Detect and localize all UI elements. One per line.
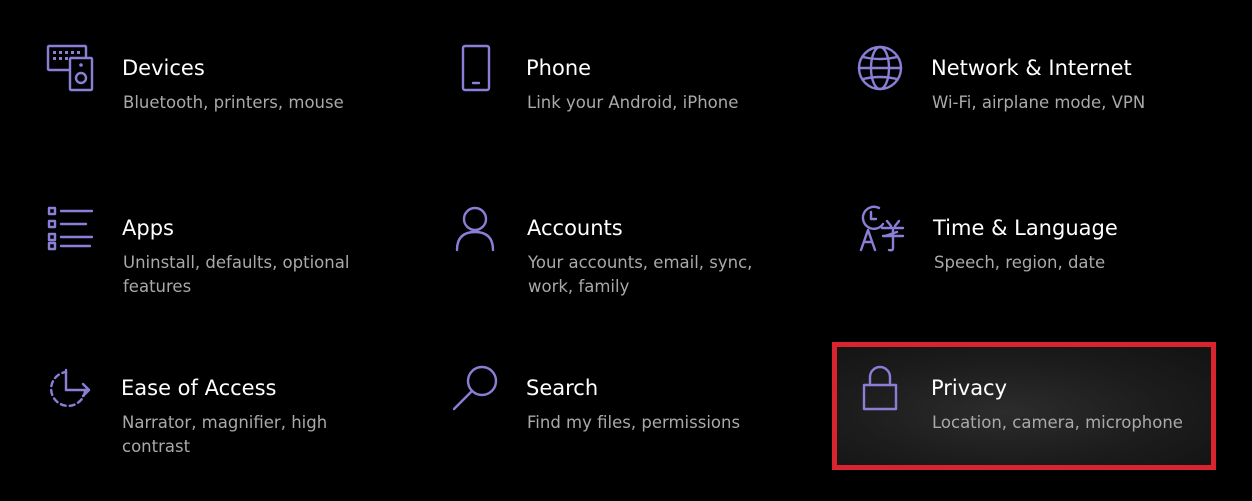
apps-list-icon bbox=[46, 204, 98, 256]
tile-description: Your accounts, email, sync, work, family bbox=[528, 253, 753, 296]
tile-description: Speech, region, date bbox=[934, 253, 1106, 272]
tile-phone[interactable]: Phone Link your Android, iPhone bbox=[450, 44, 830, 174]
tile-title: Phone bbox=[526, 56, 592, 80]
search-icon bbox=[450, 364, 502, 416]
tile-description: Find my files, permissions bbox=[527, 413, 741, 432]
devices-icon bbox=[46, 44, 98, 96]
tile-title: Privacy bbox=[931, 376, 1008, 400]
tile-description: Uninstall, defaults, optional features bbox=[123, 253, 350, 296]
tile-description: Link your Android, iPhone bbox=[527, 93, 739, 112]
time-language-icon bbox=[857, 204, 909, 256]
person-icon bbox=[451, 204, 503, 256]
tile-title: Network & Internet bbox=[931, 56, 1132, 80]
tile-title: Devices bbox=[122, 56, 205, 80]
tile-description: Bluetooth, printers, mouse bbox=[123, 93, 344, 112]
tile-title: Time & Language bbox=[933, 216, 1118, 240]
tile-description: Narrator, magnifier, high contrast bbox=[122, 413, 328, 456]
tile-title: Accounts bbox=[527, 216, 623, 240]
lock-icon bbox=[855, 364, 907, 416]
tile-apps[interactable]: Apps Uninstall, defaults, optional featu… bbox=[46, 204, 426, 334]
tile-devices[interactable]: Devices Bluetooth, printers, mouse bbox=[46, 44, 426, 174]
tile-title: Search bbox=[526, 376, 599, 400]
globe-icon bbox=[855, 44, 907, 96]
tile-search[interactable]: Search Find my files, permissions bbox=[450, 364, 830, 494]
tile-network-internet[interactable]: Network & Internet Wi-Fi, airplane mode,… bbox=[855, 44, 1235, 174]
settings-grid: Devices Bluetooth, printers, mouse Phone… bbox=[0, 0, 1252, 501]
tile-description: Wi-Fi, airplane mode, VPN bbox=[932, 93, 1146, 112]
phone-icon bbox=[450, 44, 502, 96]
tile-description: Location, camera, microphone bbox=[932, 413, 1183, 432]
tile-accounts[interactable]: Accounts Your accounts, email, sync, wor… bbox=[451, 204, 831, 334]
tile-title: Ease of Access bbox=[121, 376, 277, 400]
tile-time-language[interactable]: Time & Language Speech, region, date bbox=[857, 204, 1237, 334]
ease-of-access-icon bbox=[45, 364, 97, 416]
tile-title: Apps bbox=[122, 216, 174, 240]
tile-ease-of-access[interactable]: Ease of Access Narrator, magnifier, high… bbox=[45, 364, 425, 494]
tile-privacy[interactable]: Privacy Location, camera, microphone bbox=[855, 364, 1235, 494]
